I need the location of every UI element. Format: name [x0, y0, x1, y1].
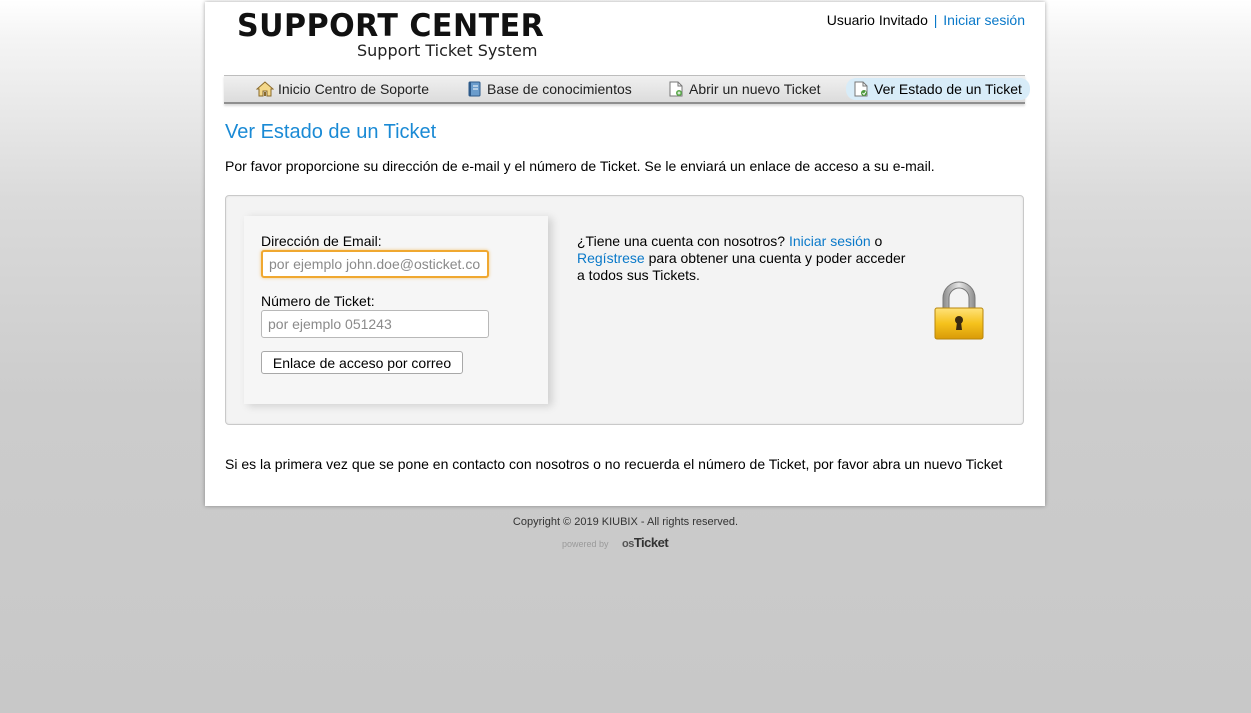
check-status-form: Dirección de Email: Número de Ticket: En… — [244, 216, 548, 404]
email-input[interactable] — [261, 250, 489, 278]
padlock-icon — [931, 278, 987, 342]
osticket-logo: osTicket — [622, 535, 669, 550]
ticket-number-input[interactable] — [261, 310, 489, 338]
register-link[interactable]: Regístrese — [577, 250, 645, 266]
page-title: Ver Estado de un Ticket — [225, 121, 437, 143]
new-ticket-icon — [667, 81, 685, 97]
powered-by-label: powered by — [562, 539, 609, 549]
new-ticket-note: Si es la primera vez que se pone en cont… — [225, 456, 1003, 472]
nav-item-knowledgebase[interactable]: Base de conocimientos — [459, 78, 640, 100]
email-access-link-button[interactable]: Enlace de acceso por correo — [261, 351, 463, 374]
email-label: Dirección de Email: — [261, 233, 382, 249]
intro-text: Por favor proporcione su dirección de e-… — [225, 158, 935, 174]
login-link[interactable]: Iniciar sesión — [943, 12, 1025, 28]
powered-by-osticket[interactable]: powered by osTicket — [562, 531, 682, 553]
copyright-text: Copyright © 2019 KIUBIX - All rights res… — [512, 516, 739, 528]
user-bar: Usuario Invitado | Iniciar sesión — [827, 12, 1025, 28]
account-text-or: o — [870, 233, 883, 249]
nav-item-ticket-status-label: Ver Estado de un Ticket — [874, 81, 1022, 97]
account-text-before: ¿Tiene una cuenta con nosotros? — [577, 233, 789, 249]
guest-user-label: Usuario Invitado — [826, 12, 928, 28]
ticket-number-label: Número de Ticket: — [261, 293, 375, 309]
nav-item-knowledgebase-label: Base de conocimientos — [487, 81, 632, 97]
account-login-link[interactable]: Iniciar sesión — [789, 233, 871, 249]
check-status-panel: Dirección de Email: Número de Ticket: En… — [225, 195, 1024, 425]
home-icon — [255, 81, 275, 97]
nav-item-new-ticket-label: Abrir un nuevo Ticket — [689, 81, 821, 97]
main-nav: Inicio Centro de Soporte Base de conocim… — [224, 75, 1030, 104]
nav-item-home-label: Inicio Centro de Soporte — [278, 81, 429, 97]
page-container: SUPPORT CENTER Support Ticket System Usu… — [205, 2, 1045, 506]
account-info: ¿Tiene una cuenta con nosotros? Iniciar … — [577, 233, 917, 284]
logo-title[interactable]: SUPPORT CENTER — [237, 8, 544, 44]
book-icon — [465, 81, 483, 97]
nav-item-new-ticket[interactable]: Abrir un nuevo Ticket — [661, 78, 829, 100]
ticket-status-icon — [852, 81, 870, 97]
logo-subtitle: Support Ticket System — [357, 41, 538, 60]
nav-item-home[interactable]: Inicio Centro de Soporte — [250, 78, 437, 100]
user-bar-separator: | — [933, 12, 938, 28]
nav-item-ticket-status[interactable]: Ver Estado de un Ticket — [846, 78, 1030, 100]
